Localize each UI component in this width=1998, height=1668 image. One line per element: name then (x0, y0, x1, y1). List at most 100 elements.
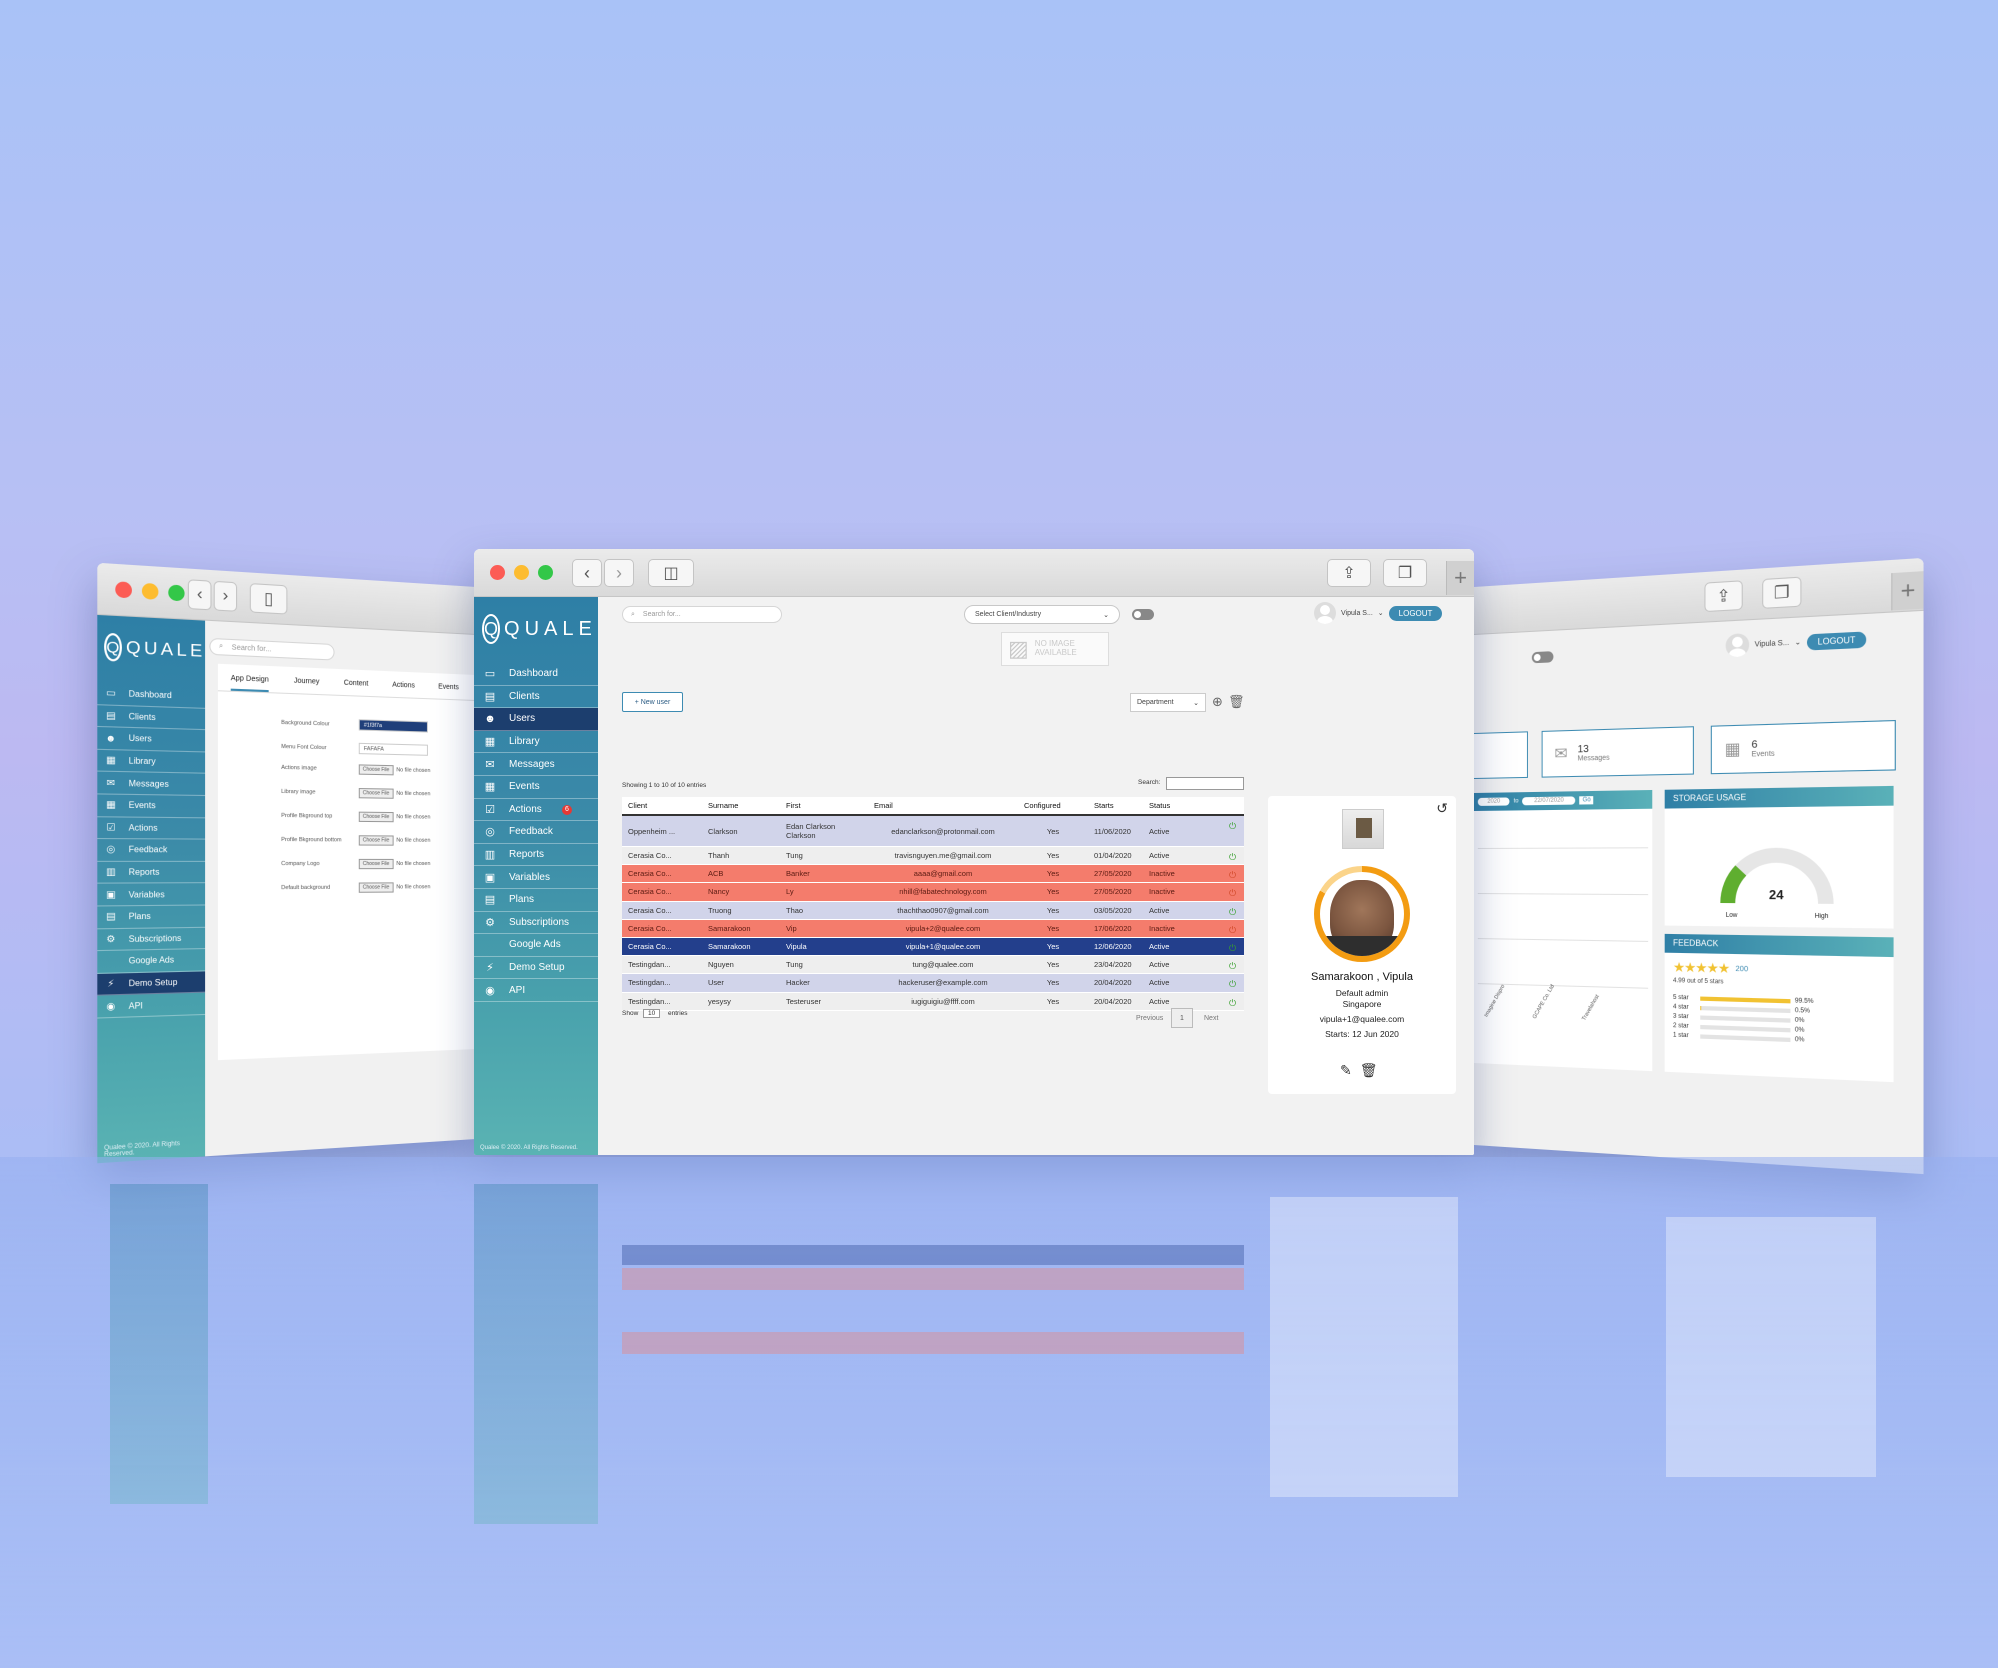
choose-file-button[interactable]: Choose File (358, 835, 394, 846)
right-toggle[interactable] (1531, 651, 1554, 664)
page-size-select[interactable]: 10 (643, 1009, 661, 1018)
left-sidebar-item-subscriptions[interactable]: ⚙ Subscriptions (97, 927, 206, 952)
forward-button[interactable]: › (213, 580, 238, 612)
sidebar-item-feedback[interactable]: ◎ Feedback (474, 821, 598, 844)
power-toggle-icon[interactable]: ⏻ (1229, 870, 1236, 881)
tab-events[interactable]: Events (438, 683, 459, 699)
left-search-input[interactable]: Search for... (232, 644, 272, 653)
choose-file-button[interactable]: Choose File (358, 858, 394, 870)
power-toggle-icon[interactable]: ⏻ (1229, 998, 1236, 1009)
tab-actions[interactable]: Actions (392, 682, 415, 698)
tabs-button[interactable]: ❐ (1383, 559, 1427, 587)
minimize-window-button[interactable] (514, 565, 529, 580)
share-button[interactable]: ⇪ (1327, 559, 1371, 587)
sidebar-item-clients[interactable]: ▤ Clients (474, 686, 598, 709)
left-sidebar-item-feedback[interactable]: ◎ Feedback (97, 839, 206, 862)
left-sidebar-item-demo-setup[interactable]: ⚡ Demo Setup (97, 971, 206, 997)
left-sidebar-item-variables[interactable]: ▣ Variables (97, 883, 206, 907)
back-button[interactable]: ‹ (572, 559, 602, 587)
left-sidebar-item-messages[interactable]: ✉ Messages (97, 772, 206, 797)
zoom-window-button[interactable] (538, 565, 553, 580)
power-toggle-icon[interactable]: ⏻ (1229, 925, 1236, 936)
sidebar-item-subscriptions[interactable]: ⚙ Subscriptions (474, 912, 598, 935)
share-button[interactable]: ⇪ (1704, 580, 1743, 613)
sidebar-item-users[interactable]: ☻ Users (474, 708, 598, 731)
column-header-client[interactable]: Client (622, 801, 702, 810)
left-sidebar-item-plans[interactable]: ▤ Plans (97, 905, 206, 929)
column-header-first[interactable]: First (780, 801, 868, 810)
sidebar-item-demo-setup[interactable]: ⚡ Demo Setup (474, 957, 598, 980)
column-header-email[interactable]: Email (868, 801, 1018, 810)
zoom-window-button[interactable] (168, 584, 185, 602)
left-sidebar-item-users[interactable]: ☻ Users (97, 727, 206, 753)
new-tab-button[interactable]: + (1446, 561, 1474, 595)
power-toggle-icon[interactable]: ⏻ (1229, 979, 1236, 990)
choose-file-button[interactable]: Choose File (358, 764, 394, 776)
left-sidebar-item-api[interactable]: ◉ API (97, 993, 206, 1019)
close-window-button[interactable] (115, 581, 132, 599)
sidebar-toggle-button[interactable]: ◫ (648, 559, 694, 587)
sidebar-item-library[interactable]: ▦ Library (474, 731, 598, 754)
power-toggle-icon[interactable]: ⏻ (1229, 821, 1236, 832)
table-row[interactable]: Cerasia Co... Truong Thao thachthao0907@gma… (622, 901, 1244, 920)
column-header-starts[interactable]: Starts (1088, 801, 1143, 810)
sidebar-item-plans[interactable]: ▤ Plans (474, 889, 598, 912)
back-button[interactable]: ‹ (187, 579, 212, 611)
next-page-button[interactable]: Next (1204, 1015, 1218, 1022)
tab-content[interactable]: Content (344, 680, 369, 696)
sidebar-item-messages[interactable]: ✉ Messages (474, 753, 598, 776)
department-select[interactable]: Department ⌄ (1130, 693, 1206, 712)
left-sidebar-item-google-ads[interactable]: Google Ads (97, 949, 206, 974)
table-row[interactable]: Testingdan... User Hacker hackeruser@exampl… (622, 974, 1244, 993)
left-sidebar-item-actions[interactable]: ☑ Actions (97, 816, 206, 840)
table-row[interactable]: Cerasia Co... Samarakoon Vipula vipula+1@qu… (622, 937, 1244, 957)
tab-app-design[interactable]: App Design (230, 674, 269, 693)
left-sidebar-item-reports[interactable]: ▥ Reports (97, 861, 206, 885)
new-user-button[interactable]: + New user (622, 692, 683, 712)
table-search-input[interactable] (1166, 777, 1244, 790)
left-sidebar-item-clients[interactable]: ▤ Clients (97, 704, 206, 731)
text-field[interactable]: FAFAFA (358, 742, 428, 756)
column-header-configured[interactable]: Configured (1018, 801, 1088, 810)
file-input[interactable]: Choose File No file chosen (358, 764, 430, 776)
power-toggle-icon[interactable]: ⏻ (1229, 961, 1236, 972)
tabs-button[interactable]: ❐ (1762, 576, 1802, 609)
main-search-bar[interactable]: ⌕ Search for... (622, 606, 782, 623)
file-input[interactable]: Choose File No file chosen (358, 835, 430, 846)
left-sidebar-item-events[interactable]: ▦ Events (97, 794, 206, 818)
sidebar-item-reports[interactable]: ▥ Reports (474, 844, 598, 867)
main-search-input[interactable]: Search for... (643, 611, 681, 618)
table-row[interactable]: Cerasia Co... Nancy Ly nhill@fabatechnology… (622, 883, 1244, 902)
forward-button[interactable]: › (604, 559, 634, 587)
table-row[interactable]: Testingdan... Nguyen Tung tung@qualee.com Ye… (622, 956, 1244, 975)
file-input[interactable]: Choose File No file chosen (358, 788, 430, 799)
reset-icon[interactable]: ↺ (1436, 800, 1448, 817)
file-input[interactable]: Choose File No file chosen (358, 858, 430, 870)
minimize-window-button[interactable] (141, 582, 159, 600)
view-toggle[interactable] (1132, 609, 1154, 620)
power-toggle-icon[interactable]: ⏻ (1229, 907, 1236, 918)
date-to-input[interactable]: 22/07/2020 (1522, 796, 1576, 806)
table-row[interactable]: Oppenheim ... Clarkson Edan Clarkson Clark… (622, 816, 1244, 847)
table-row[interactable]: Cerasia Co... Thanh Tung travisnguyen.me@gm… (622, 847, 1244, 866)
choose-file-button[interactable]: Choose File (358, 788, 394, 799)
file-input[interactable]: Choose File No file chosen (358, 811, 430, 823)
choose-file-button[interactable]: Choose File (358, 811, 394, 823)
go-button[interactable]: Go (1579, 796, 1594, 805)
trash-icon[interactable]: 🗑 (1360, 1062, 1378, 1079)
stat-card-events[interactable]: ▦ 6 Events (1710, 719, 1896, 775)
left-sidebar-item-library[interactable]: ▦ Library (97, 749, 206, 775)
sidebar-item-dashboard[interactable]: ▭ Dashboard (474, 663, 598, 686)
trash-icon[interactable]: 🗑 (1228, 694, 1245, 710)
sidebar-item-google-ads[interactable]: Google Ads (474, 934, 598, 957)
client-industry-select[interactable]: Select Client/Industry ⌄ (964, 605, 1120, 624)
sidebar-item-actions[interactable]: ☑ Actions 6 (474, 799, 598, 822)
add-circle-icon[interactable]: ⊕ (1212, 694, 1223, 710)
user-menu[interactable]: Vipula S... ⌄ LOGOUT (1314, 602, 1443, 624)
feedback-count[interactable]: 200 (1736, 965, 1749, 973)
tab-journey[interactable]: Journey (294, 677, 320, 694)
page-1-button[interactable]: 1 (1171, 1008, 1193, 1028)
table-row[interactable]: Testingdan... yesysy Testeruser iugiguigiu@… (622, 992, 1244, 1011)
previous-page-button[interactable]: Previous (1136, 1015, 1163, 1022)
date-from-input[interactable]: 2020 (1477, 797, 1510, 806)
